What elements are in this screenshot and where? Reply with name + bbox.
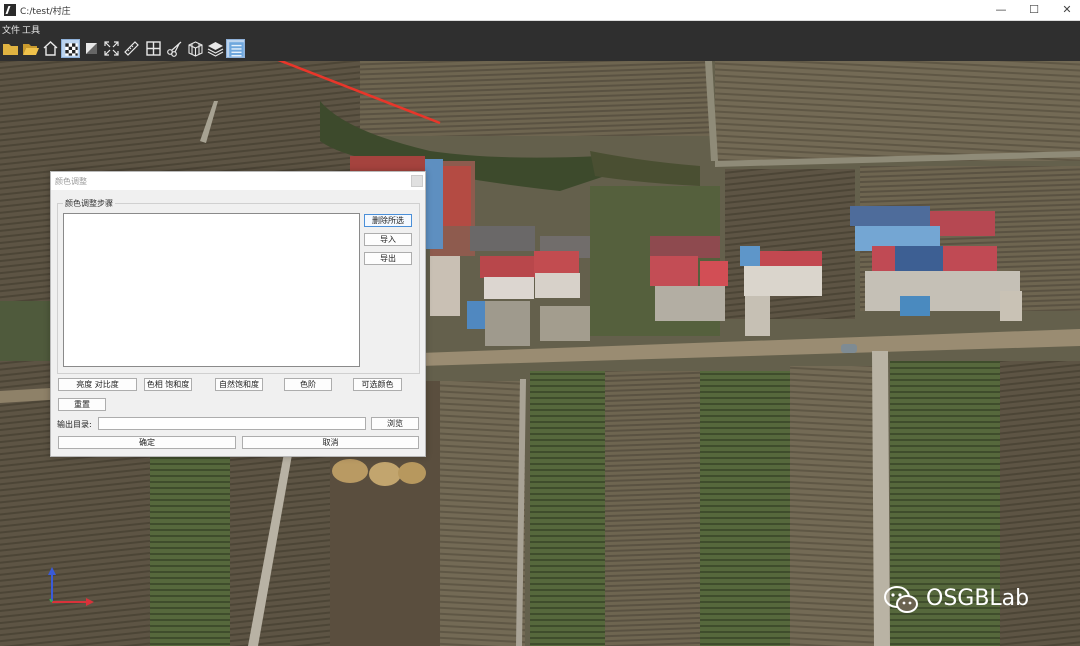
scissors-icon[interactable] (165, 39, 184, 58)
menu-file[interactable]: 文件 (2, 23, 20, 36)
cancel-button[interactable]: 取消 (242, 436, 419, 449)
folder-icon[interactable] (1, 39, 20, 58)
expand-icon[interactable] (102, 39, 121, 58)
app-icon (4, 4, 16, 16)
browse-button[interactable]: 浏览 (371, 417, 419, 430)
adjust-steps-list[interactable] (63, 213, 360, 367)
selective-color-button[interactable]: 可选颜色 (353, 378, 402, 391)
reset-button[interactable]: 重置 (58, 398, 106, 411)
color-adjust-icon[interactable] (226, 39, 245, 58)
adjust-steps-label: 颜色调整步骤 (63, 198, 115, 209)
window-titlebar: C:/test/村庄 — ☐ ✕ (0, 0, 1080, 21)
checkerboard-icon[interactable] (61, 39, 80, 58)
output-dir-label: 输出目录: (57, 420, 92, 429)
minimize-button[interactable]: — (984, 0, 1018, 21)
levels-button[interactable]: 色阶 (284, 378, 332, 391)
diagonal-square-icon[interactable] (82, 39, 101, 58)
ruler-icon[interactable] (122, 39, 141, 58)
grid-icon[interactable] (144, 39, 163, 58)
close-button[interactable]: ✕ (1050, 0, 1080, 21)
window-title: C:/test/村庄 (20, 7, 71, 17)
output-dir-input[interactable] (98, 417, 366, 430)
dialog-title: 颜色调整 (55, 177, 87, 186)
maximize-button[interactable]: ☐ (1017, 0, 1051, 21)
export-button[interactable]: 导出 (364, 252, 412, 265)
vibrance-button[interactable]: 自然饱和度 (215, 378, 263, 391)
ok-button[interactable]: 确定 (58, 436, 236, 449)
layers-icon[interactable] (206, 39, 225, 58)
dialog-titlebar[interactable]: 颜色调整 (51, 172, 425, 190)
folder-open-icon[interactable] (21, 39, 40, 58)
hue-saturation-button[interactable]: 色相 饱和度 (144, 378, 192, 391)
watermark-text: OSGBLab (926, 586, 1030, 611)
menu-bar: 文件 工具 (0, 21, 1080, 37)
wechat-icon (884, 586, 918, 613)
import-button[interactable]: 导入 (364, 233, 412, 246)
home-icon[interactable] (41, 39, 60, 58)
toolbar (0, 37, 1080, 61)
delete-selected-button[interactable]: 删除所选 (364, 214, 412, 227)
menu-tools[interactable]: 工具 (22, 23, 40, 36)
dialog-close-button[interactable] (411, 175, 423, 187)
cube-grid-icon[interactable] (186, 39, 205, 58)
color-adjust-dialog: 颜色调整 颜色调整步骤 删除所选 导入 导出 亮度 对比度 色相 饱和度 自然饱… (50, 171, 426, 457)
osgblab-watermark: OSGBLab (882, 584, 1029, 616)
brightness-contrast-button[interactable]: 亮度 对比度 (58, 378, 137, 391)
